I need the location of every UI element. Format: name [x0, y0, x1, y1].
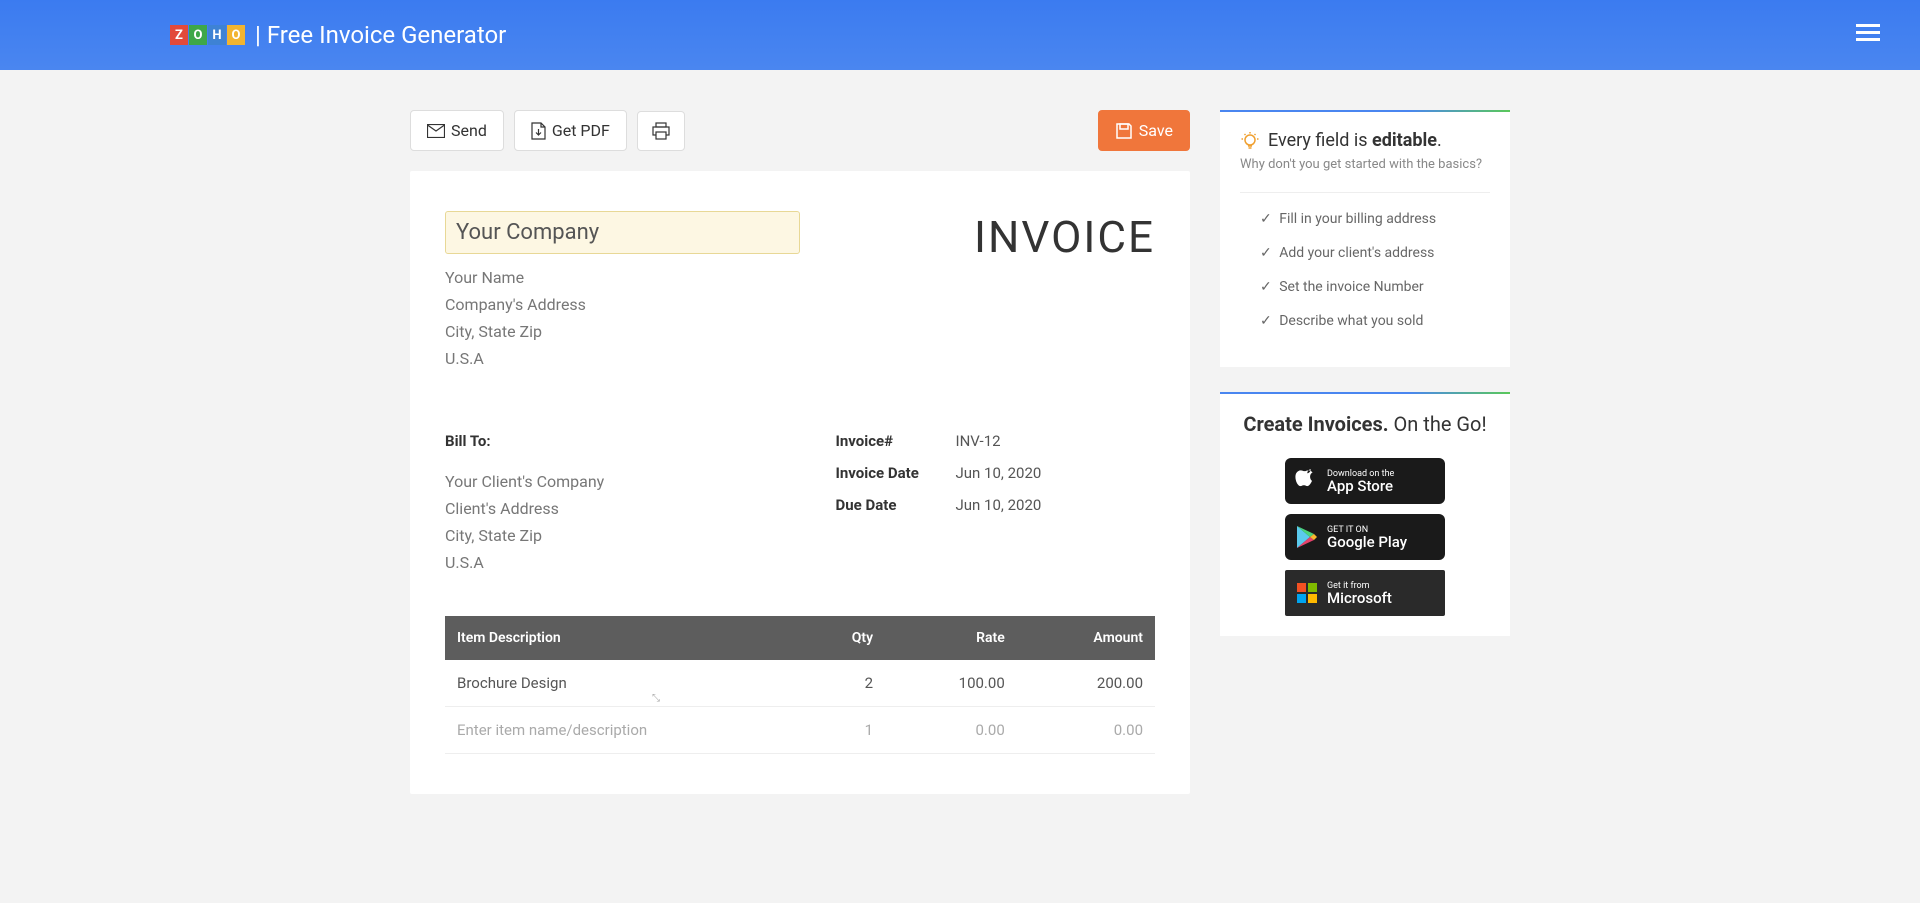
- bill-to-label: Bill To:: [445, 432, 836, 450]
- print-icon: [652, 122, 670, 140]
- apple-icon: [1295, 468, 1319, 494]
- mail-icon: [427, 124, 445, 138]
- your-name-field[interactable]: Your Name: [445, 264, 800, 291]
- item-rate-cell[interactable]: 0.00: [885, 707, 1017, 754]
- th-qty: Qty: [800, 616, 885, 660]
- app-store-badge[interactable]: Download on theApp Store: [1285, 458, 1445, 504]
- menu-icon[interactable]: [1856, 24, 1880, 46]
- th-description: Item Description: [445, 616, 800, 660]
- get-pdf-label: Get PDF: [552, 121, 610, 140]
- client-address-field[interactable]: Client's Address: [445, 495, 836, 522]
- item-amount-cell: 200.00: [1017, 660, 1155, 707]
- tip-item: Fill in your billing address: [1260, 211, 1490, 227]
- invoice-date-value[interactable]: Jun 10, 2020: [956, 464, 1042, 482]
- tips-subtitle: Why don't you get started with the basic…: [1240, 157, 1490, 172]
- pdf-icon: [531, 122, 546, 140]
- print-button[interactable]: [637, 111, 685, 151]
- get-pdf-button[interactable]: Get PDF: [514, 110, 627, 151]
- table-row: Enter item name/description10.000.00: [445, 707, 1155, 754]
- lightbulb-icon: [1240, 131, 1260, 151]
- invoice-number-label: Invoice#: [836, 432, 956, 450]
- tips-card: Every field is editable. Why don't you g…: [1220, 110, 1510, 367]
- promo-title: Create Invoices. On the Go!: [1240, 412, 1490, 436]
- invoice-number-value[interactable]: INV-12: [956, 432, 1001, 450]
- due-date-label: Due Date: [836, 496, 956, 514]
- save-button[interactable]: Save: [1098, 110, 1190, 151]
- company-name-input[interactable]: [445, 211, 800, 254]
- app-header: ZOHO | Free Invoice Generator: [0, 0, 1920, 70]
- microsoft-badge[interactable]: Get it fromMicrosoft: [1285, 570, 1445, 616]
- toolbar: Send Get PDF Save: [410, 110, 1190, 151]
- company-address-field[interactable]: Company's Address: [445, 291, 800, 318]
- save-icon: [1115, 122, 1133, 140]
- client-company-field[interactable]: Your Client's Company: [445, 468, 836, 495]
- table-row: Brochure Design⤡2100.00200.00: [445, 660, 1155, 707]
- tips-list: Fill in your billing address Add your cli…: [1240, 211, 1490, 329]
- city-state-zip-field[interactable]: City, State Zip: [445, 318, 800, 345]
- invoice-title[interactable]: INVOICE: [974, 211, 1155, 372]
- save-label: Save: [1139, 121, 1173, 140]
- due-date-value[interactable]: Jun 10, 2020: [956, 496, 1042, 514]
- client-city-field[interactable]: City, State Zip: [445, 522, 836, 549]
- item-amount-cell: 0.00: [1017, 707, 1155, 754]
- tip-item: Set the invoice Number: [1260, 279, 1490, 295]
- app-title: | Free Invoice Generator: [255, 21, 506, 49]
- send-label: Send: [451, 121, 487, 140]
- microsoft-icon: [1295, 582, 1319, 604]
- tip-item: Describe what you sold: [1260, 313, 1490, 329]
- google-play-icon: [1295, 525, 1319, 549]
- send-button[interactable]: Send: [410, 110, 504, 151]
- google-play-badge[interactable]: GET IT ONGoogle Play: [1285, 514, 1445, 560]
- item-qty-cell[interactable]: 1: [800, 707, 885, 754]
- th-rate: Rate: [885, 616, 1017, 660]
- item-desc-cell[interactable]: Enter item name/description: [445, 707, 800, 754]
- header-left: ZOHO | Free Invoice Generator: [170, 21, 506, 49]
- zoho-logo: ZOHO: [170, 25, 245, 45]
- items-table: Item Description Qty Rate Amount Brochur…: [445, 616, 1155, 754]
- country-field[interactable]: U.S.A: [445, 345, 800, 372]
- th-amount: Amount: [1017, 616, 1155, 660]
- tip-item: Add your client's address: [1260, 245, 1490, 261]
- tips-heading: Every field is editable.: [1268, 130, 1442, 151]
- item-qty-cell[interactable]: 2: [800, 660, 885, 707]
- promo-card: Create Invoices. On the Go! Download on …: [1220, 392, 1510, 636]
- item-desc-cell[interactable]: Brochure Design⤡: [445, 660, 800, 707]
- item-rate-cell[interactable]: 100.00: [885, 660, 1017, 707]
- invoice-card: Your Name Company's Address City, State …: [410, 171, 1190, 794]
- client-country-field[interactable]: U.S.A: [445, 549, 836, 576]
- invoice-date-label: Invoice Date: [836, 464, 956, 482]
